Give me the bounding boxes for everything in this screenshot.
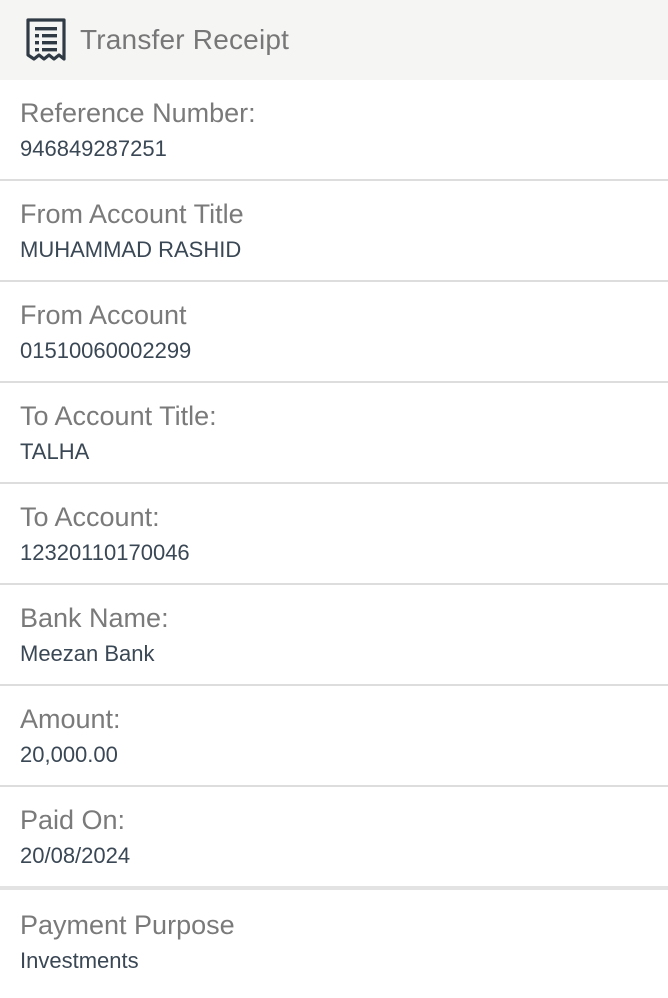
amount-value: 20,000.00 <box>20 742 118 767</box>
to-account-title-label: To Account Title: <box>20 401 217 431</box>
amount-label: Amount: <box>20 704 121 734</box>
from-account-value: 01510060002299 <box>20 338 192 363</box>
paid-on-label: Paid On: <box>20 805 126 835</box>
bank-name-row: Bank Name: Meezan Bank <box>0 585 668 686</box>
reference-number-label: Reference Number: <box>20 98 256 128</box>
from-account-title-row: From Account Title MUHAMMAD RASHID <box>0 181 668 282</box>
paid-on-row: Paid On: 20/08/2024 <box>0 787 668 890</box>
paid-on-value: 20/08/2024 <box>20 843 131 868</box>
receipt-header: Transfer Receipt <box>0 0 668 80</box>
amount-row: Amount: 20,000.00 <box>0 686 668 787</box>
payment-purpose-value: Investments <box>20 948 139 973</box>
bank-name-value: Meezan Bank <box>20 641 155 666</box>
to-account-title-row: To Account Title: TALHA <box>0 383 668 484</box>
to-account-row: To Account: 12320110170046 <box>0 484 668 585</box>
receipt-icon <box>24 17 68 63</box>
to-account-title-value: TALHA <box>20 439 90 464</box>
payment-purpose-label: Payment Purpose <box>20 910 235 940</box>
payment-purpose-row: Payment Purpose Investments <box>0 890 668 994</box>
from-account-title-label: From Account Title <box>20 199 244 229</box>
from-account-label: From Account <box>20 300 187 330</box>
bank-name-label: Bank Name: <box>20 603 169 633</box>
reference-number-row: Reference Number: 946849287251 <box>0 80 668 181</box>
to-account-value: 12320110170046 <box>20 540 190 565</box>
to-account-label: To Account: <box>20 502 160 532</box>
from-account-title-value: MUHAMMAD RASHID <box>20 237 242 262</box>
reference-number-value: 946849287251 <box>20 136 167 161</box>
from-account-row: From Account 01510060002299 <box>0 282 668 383</box>
page-title: Transfer Receipt <box>80 24 290 55</box>
